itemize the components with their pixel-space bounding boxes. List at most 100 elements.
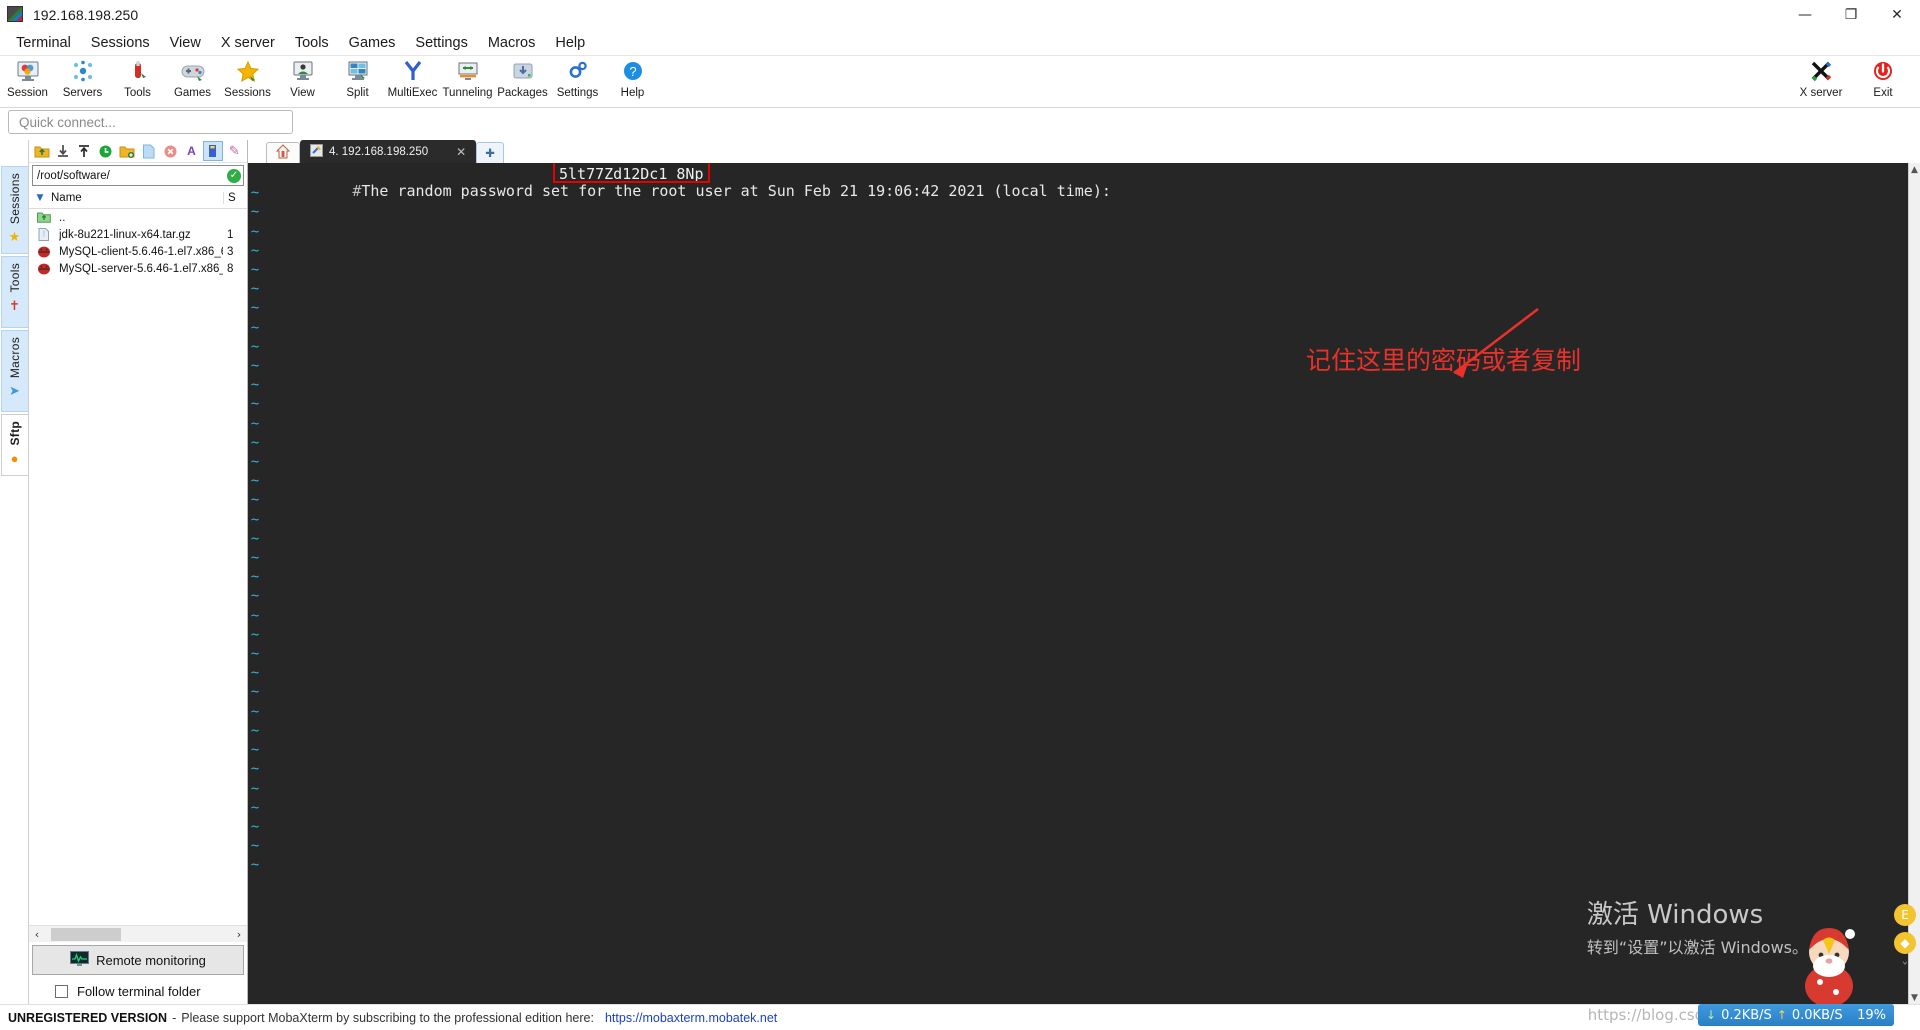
terminal-scrollbar-trough[interactable] <box>1909 176 1920 991</box>
terminal-scrollbar[interactable]: ▲ ▼ <box>1908 163 1920 1004</box>
toolbar-button-sessions-star[interactable]: Sessions <box>220 56 275 108</box>
menu-item-tools[interactable]: Tools <box>285 32 339 54</box>
toolbar-label-multiexec: MultiExec <box>387 87 438 99</box>
badge-shirt-button[interactable]: ◆ <box>1894 932 1916 954</box>
toolbar-label-split: Split <box>346 87 369 99</box>
list-item[interactable]: jdk-8u221-linux-x64.tar.gz 1 <box>29 226 247 243</box>
toolbar-label-settings: Settings <box>556 87 599 99</box>
menu-item-x-server[interactable]: X server <box>211 32 285 54</box>
toolbar-button-settings[interactable]: Settings <box>550 56 605 108</box>
rail-label-sftp: Sftp <box>7 421 22 446</box>
scroll-down-arrow-icon[interactable]: ▼ <box>1909 991 1920 1004</box>
network-speed-widget[interactable]: ↓ 0.2KB/S ↑ 0.0KB/S 19% <box>1698 1004 1894 1026</box>
new-file-icon[interactable] <box>139 141 158 161</box>
quick-connect-field[interactable]: Quick connect... <box>8 110 293 134</box>
menu-item-help[interactable]: Help <box>545 32 595 54</box>
games-icon <box>180 58 206 84</box>
toolbar-right-group: X server Exit <box>1790 56 1920 108</box>
binary-mode-icon[interactable] <box>203 141 223 161</box>
menu-item-terminal[interactable]: Terminal <box>6 32 81 54</box>
scroll-up-arrow-icon[interactable]: ▲ <box>1909 163 1920 176</box>
scrollbar-trough[interactable] <box>45 927 231 941</box>
mobaxterm-link[interactable]: https://mobaxterm.mobatek.net <box>605 1011 777 1025</box>
remote-monitoring-button[interactable]: Remote monitoring <box>32 945 244 975</box>
toolbar-button-split[interactable]: Split <box>330 56 385 108</box>
toolbar-button-multiexec[interactable]: MultiExec <box>385 56 440 108</box>
toolbar-button-view[interactable]: View <box>275 56 330 108</box>
scroll-left-arrow-icon[interactable]: ‹ <box>29 928 45 941</box>
settings-gear-icon <box>565 58 591 84</box>
title-bar: 192.168.198.250 — ❐ ✕ <box>0 0 1920 30</box>
terminal-body[interactable]: ~ ~ ~ ~ ~ ~ ~ ~ ~ ~ ~ ~ ~ ~ ~ ~ ~ ~ ~ ~ ~ ~ ~ ~ ~ ~ ~ ~ ~ ~ ~ ~ ~ ~ ~ ~ #Th… <box>248 163 1920 1004</box>
toolbar-button-x-server[interactable]: X server <box>1790 56 1852 108</box>
new-tab-button[interactable]: ✚ <box>476 142 504 163</box>
sidebar-item-sftp[interactable]: Sftp ● <box>0 414 28 476</box>
sftp-path-value: /root/software/ <box>37 169 110 182</box>
overlay-side-buttons: E ◆ ˇ <box>1894 904 1916 978</box>
toolbar-button-games[interactable]: Games <box>165 56 220 108</box>
text-mode-icon[interactable]: A <box>182 141 201 161</box>
file-name: .. <box>59 211 66 224</box>
upload-icon[interactable] <box>75 141 94 161</box>
root-password-value: 5lt77Zd12Dc1_8Np <box>559 164 704 183</box>
close-button[interactable]: ✕ <box>1874 0 1920 30</box>
column-header-name[interactable]: Name <box>51 192 223 204</box>
list-item[interactable]: MySQL-client-5.6.46-1.el7.x86_64... 3 <box>29 243 247 260</box>
toolbar-button-exit[interactable]: Exit <box>1852 56 1914 108</box>
refresh-icon[interactable] <box>96 141 115 161</box>
menu-item-games[interactable]: Games <box>339 32 406 54</box>
view-icon <box>290 58 316 84</box>
toolbar-button-session[interactable]: Session <box>0 56 55 108</box>
download-speed-value: 0.2KB/S <box>1721 1007 1772 1023</box>
remote-monitoring-label: Remote monitoring <box>96 952 206 968</box>
menu-item-sessions[interactable]: Sessions <box>81 32 160 54</box>
sidebar-item-tools[interactable]: Tools ✝ <box>0 256 28 328</box>
toolbar-button-tunneling[interactable]: Tunneling <box>440 56 495 108</box>
menu-item-settings[interactable]: Settings <box>405 32 477 54</box>
badge-e-button[interactable]: E <box>1894 904 1916 926</box>
toolbar-button-help[interactable]: ? Help <box>605 56 660 108</box>
column-header-size[interactable]: S <box>223 192 247 204</box>
toolbar-button-packages[interactable]: Packages <box>495 56 550 108</box>
terminal-tilde: ~ <box>250 262 260 279</box>
menu-item-macros[interactable]: Macros <box>478 32 546 54</box>
download-icon[interactable] <box>53 141 72 161</box>
sidebar-item-sessions[interactable]: Sessions ★ <box>0 166 28 254</box>
maximize-button[interactable]: ❐ <box>1828 0 1874 30</box>
terminal-text[interactable]: #The random password set for the root us… <box>262 163 1908 1004</box>
tools-icon <box>125 58 151 84</box>
new-folder-icon[interactable] <box>118 141 137 161</box>
tab-session-4[interactable]: 4. 192.168.198.250 ✕ <box>300 140 477 163</box>
toolbar-button-tools[interactable]: Tools <box>110 56 165 108</box>
go-up-folder-icon[interactable] <box>32 141 51 161</box>
terminal-tilde: ~ <box>250 607 260 624</box>
terminal-line-1-text: The random password set for the root use… <box>361 182 1120 201</box>
follow-terminal-folder-row[interactable]: Follow terminal folder <box>29 978 247 1004</box>
collapse-chevron-button[interactable]: ˇ <box>1901 960 1909 978</box>
minimize-button[interactable]: — <box>1782 0 1828 30</box>
scroll-right-arrow-icon[interactable]: › <box>231 928 247 941</box>
sort-caret-icon[interactable]: ▼ <box>29 193 51 203</box>
terminal-tilde: ~ <box>250 473 260 490</box>
terminal-tilde: ~ <box>250 242 260 259</box>
toolbar-button-servers[interactable]: Servers <box>55 56 110 108</box>
scrollbar-thumb[interactable] <box>51 927 121 941</box>
edit-pencil-icon[interactable]: ✎ <box>225 141 244 161</box>
horizontal-scrollbar[interactable]: ‹ › <box>29 925 247 942</box>
tab-home[interactable] <box>266 142 300 163</box>
toolbar-label-help: Help <box>620 87 645 99</box>
follow-terminal-folder-checkbox[interactable] <box>55 984 68 998</box>
swiss-knife-icon: ✝ <box>9 297 20 313</box>
delete-icon[interactable] <box>160 141 179 161</box>
terminal-tilde: ~ <box>250 530 260 547</box>
list-item[interactable]: .. <box>29 209 247 226</box>
menu-item-view[interactable]: View <box>160 32 211 54</box>
toolbar-label-tunneling: Tunneling <box>442 87 493 99</box>
list-item[interactable]: MySQL-server-5.6.46-1.el7.x86_6... 8 <box>29 260 247 277</box>
terminal-panel: 4. 192.168.198.250 ✕ ✚ ~ ~ ~ ~ ~ ~ ~ ~ ~ ~ ~ ~ ~ ~ ~ ~ ~… <box>248 140 1920 1004</box>
sftp-path-field[interactable]: /root/software/ ✓ <box>32 165 244 186</box>
sidebar-item-macros[interactable]: Macros ➤ <box>0 330 28 412</box>
toolbar-label-games: Games <box>173 87 212 99</box>
rpm-package-icon <box>29 245 59 258</box>
close-icon[interactable]: ✕ <box>456 145 466 159</box>
